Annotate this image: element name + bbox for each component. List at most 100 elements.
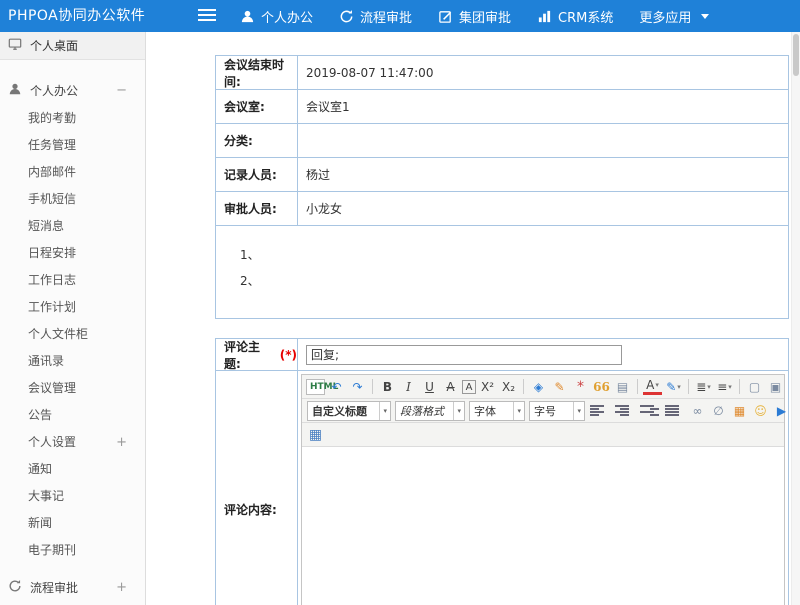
strikethrough-icon[interactable]: A: [441, 377, 460, 397]
underline-icon[interactable]: U: [420, 377, 439, 397]
sidebar-item[interactable]: 个人设置 +: [0, 429, 145, 456]
unlink-icon[interactable]: ∅: [709, 401, 728, 421]
sidebar-item[interactable]: 电子期刊: [0, 537, 145, 564]
eraser-icon[interactable]: ◈: [529, 377, 548, 397]
link-icon[interactable]: ∞: [688, 401, 707, 421]
clear-style-icon[interactable]: *: [571, 377, 590, 397]
italic-icon[interactable]: I: [399, 377, 418, 397]
app-window: PHPOA协同办公软件 个人办公 流程审批 集团审批 CRM系统 更多应用: [0, 0, 800, 605]
toolbar-separator: [688, 379, 689, 394]
align-justify-icon[interactable]: [665, 405, 684, 416]
toolbar-separator: [372, 379, 373, 394]
bold-icon[interactable]: B: [378, 377, 397, 397]
sidebar-item[interactable]: 会议管理: [0, 375, 145, 402]
align-center-icon[interactable]: [615, 405, 634, 416]
field-value: 2019-08-07 11:47:00: [298, 56, 788, 89]
heading-select[interactable]: 自定义标题 ▾: [307, 401, 391, 421]
sidebar-item[interactable]: 通讯录: [0, 348, 145, 375]
emoticon-icon[interactable]: ☺: [751, 401, 770, 421]
sidebar-item[interactable]: 个人文件柜: [0, 321, 145, 348]
scrollbar[interactable]: [791, 32, 800, 605]
nav-crm-system[interactable]: CRM系统: [537, 7, 613, 26]
collapse-icon[interactable]: −: [116, 83, 127, 98]
redo-icon[interactable]: ↷: [348, 377, 367, 397]
field-value: 杨过: [298, 158, 788, 191]
scrollbar-thumb[interactable]: [793, 34, 799, 76]
sidebar-item[interactable]: 工作计划: [0, 294, 145, 321]
menu-icon[interactable]: [198, 9, 216, 23]
top-nav: 个人办公 流程审批 集团审批 CRM系统 更多应用: [240, 0, 709, 32]
sidebar: 个人桌面 个人办公 − 我的考勤 任务管理 内部邮件: [0, 32, 146, 605]
desktop-icon: [8, 37, 22, 54]
font-size-select[interactable]: 字号 ▾: [529, 401, 585, 421]
sidebar-item[interactable]: 日程安排: [0, 240, 145, 267]
field-label: 评论内容:: [216, 371, 298, 605]
media-icon[interactable]: ▶: [772, 401, 788, 421]
subscript-icon[interactable]: X₂: [499, 377, 518, 397]
expand-icon[interactable]: +: [116, 429, 127, 456]
main-content: 会议结束时间: 2019-08-07 11:47:00 会议室: 会议室1 分类…: [147, 32, 800, 605]
form-row: 评论内容: HTML ↶ ↷: [216, 371, 788, 605]
meeting-content-cell: 1、 2、: [216, 226, 788, 318]
form-row: 分类:: [216, 124, 788, 158]
bullet-list-icon[interactable]: ≡: [715, 377, 734, 397]
form-row: 记录人员: 杨过: [216, 158, 788, 192]
ordered-list-icon[interactable]: ≣: [694, 377, 713, 397]
sidebar-item[interactable]: 我的考勤: [0, 105, 145, 132]
rich-text-editor: HTML ↶ ↷ B I: [301, 374, 785, 605]
paragraph-format-select[interactable]: 段落格式 ▾: [395, 401, 465, 421]
sidebar-item[interactable]: 通知: [0, 456, 145, 483]
nav-workflow-approval[interactable]: 流程审批: [339, 7, 412, 26]
image-icon[interactable]: ▦: [730, 401, 749, 421]
format-painter-icon[interactable]: ✎: [550, 377, 569, 397]
person-icon: [8, 82, 22, 99]
sidebar-item-desktop[interactable]: 个人桌面: [0, 32, 145, 60]
undo-icon[interactable]: ↶: [327, 377, 346, 397]
meeting-detail-table: 会议结束时间: 2019-08-07 11:47:00 会议室: 会议室1 分类…: [215, 55, 789, 319]
sidebar-item[interactable]: 公告: [0, 402, 145, 429]
field-label: 分类:: [216, 124, 298, 157]
code-block-icon[interactable]: ▤: [613, 377, 632, 397]
sidebar-group-workflow-approval[interactable]: 流程审批 +: [0, 572, 145, 602]
comment-subject-input[interactable]: [306, 345, 622, 365]
new-page-icon[interactable]: ▢: [745, 377, 764, 397]
field-value: 会议室1: [298, 90, 788, 123]
editor-toolbar-row-1: HTML ↶ ↷ B I: [302, 375, 784, 399]
editor-toolbar-row-2: 自定义标题 ▾ 段落格式 ▾: [302, 399, 784, 423]
chevron-down-icon: ▾: [573, 402, 584, 420]
field-label: 会议室:: [216, 90, 298, 123]
font-family-select[interactable]: 字体 ▾: [469, 401, 525, 421]
sidebar-item[interactable]: 新闻: [0, 510, 145, 537]
edit-document-icon: [438, 9, 453, 24]
workflow-refresh-icon: [8, 579, 22, 596]
sidebar-item[interactable]: 手机短信: [0, 186, 145, 213]
workflow-refresh-icon: [339, 9, 354, 24]
sidebar-item[interactable]: 大事记: [0, 483, 145, 510]
preview-icon[interactable]: ▣: [766, 377, 785, 397]
sidebar-item[interactable]: 短消息: [0, 213, 145, 240]
nav-personal-office[interactable]: 个人办公: [240, 7, 313, 26]
align-left-icon[interactable]: [590, 405, 609, 416]
superscript-icon[interactable]: X²: [478, 377, 497, 397]
sidebar-group-personal-office[interactable]: 个人办公 −: [0, 75, 145, 105]
html-source-button[interactable]: HTML: [306, 379, 325, 395]
sidebar-item[interactable]: 工作日志: [0, 267, 145, 294]
align-right-icon[interactable]: [640, 405, 659, 416]
field-label: 会议结束时间:: [216, 56, 298, 89]
sidebar-item[interactable]: 内部邮件: [0, 159, 145, 186]
form-row: 审批人员: 小龙女: [216, 192, 788, 226]
toolbar-separator: [739, 379, 740, 394]
table-icon[interactable]: ▦: [306, 425, 325, 445]
blockquote-icon[interactable]: 66: [592, 377, 611, 397]
field-value: 小龙女: [298, 192, 788, 225]
nav-group-approval[interactable]: 集团审批: [438, 7, 511, 26]
highlight-color-icon[interactable]: ✎: [664, 377, 683, 397]
toolbar-separator: [637, 379, 638, 394]
editor-content-area[interactable]: [302, 447, 784, 605]
app-logo: PHPOA协同办公软件: [8, 0, 145, 32]
font-color-icon[interactable]: A: [643, 378, 662, 395]
remove-format-icon[interactable]: A: [462, 380, 476, 394]
expand-icon[interactable]: +: [116, 580, 127, 595]
sidebar-item[interactable]: 任务管理: [0, 132, 145, 159]
nav-more-apps[interactable]: 更多应用: [639, 7, 709, 26]
